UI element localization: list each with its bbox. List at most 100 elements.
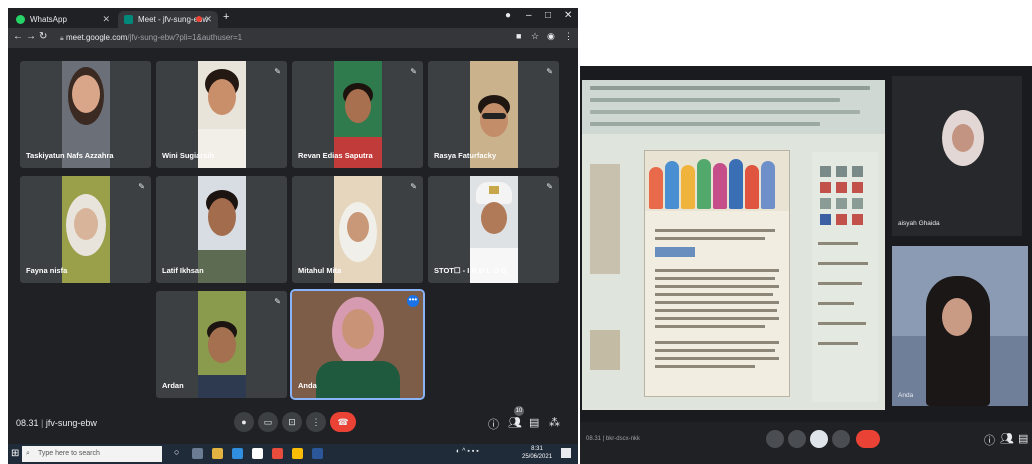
maximize-icon[interactable]: □: [545, 10, 551, 21]
tab-meet[interactable]: Meet - jfv-sung-ebw ✕: [118, 11, 218, 28]
app-icon[interactable]: [272, 448, 283, 459]
tab-whatsapp[interactable]: WhatsApp ✕: [10, 11, 116, 28]
end-call-button[interactable]: ☎︎: [330, 412, 356, 432]
close-window-icon[interactable]: ✕: [564, 10, 572, 21]
store-icon[interactable]: [252, 448, 263, 459]
self-view-tile[interactable]: Anda: [892, 246, 1028, 406]
participant-tile[interactable]: ✎ Wini Sugiarsih: [156, 61, 287, 168]
whatsapp-icon: [16, 15, 25, 24]
windows-taskbar: ⊞ ⌕ Type here to search ○ ◐ ^ ▪ ▪ ▪ 8:31…: [8, 444, 578, 464]
participant-name: STOT☐ - I R U L O G: [434, 266, 507, 275]
meeting-details: 08.31 | jfv-sung-ebw: [16, 418, 97, 428]
mic-off-icon: ✎: [274, 297, 281, 306]
minimize-icon[interactable]: –: [526, 10, 532, 21]
file-explorer-icon[interactable]: [212, 448, 223, 459]
cortana-icon[interactable]: ○: [174, 447, 185, 458]
reload-icon[interactable]: ↻: [39, 31, 47, 42]
chat-icon[interactable]: ▤: [529, 416, 539, 429]
camera-button[interactable]: [788, 430, 806, 448]
info-icon[interactable]: ⓘ: [984, 432, 995, 448]
present-button[interactable]: ⊡: [282, 412, 302, 432]
cartoon-children-illustration: [645, 151, 789, 211]
meet-photo: aisyah Ghaida Anda 08.31 | bkr-dscx-nkk …: [580, 66, 1032, 464]
participant-name: Wini Sugiarsih: [162, 151, 215, 160]
meet-screenshot: WhatsApp ✕ Meet - jfv-sung-ebw ✕ + ● – □…: [8, 8, 578, 464]
participant-tile[interactable]: ✎ Rasya Faturfacky: [428, 61, 559, 168]
mail-icon[interactable]: [232, 448, 243, 459]
participant-video: [198, 176, 246, 283]
present-button[interactable]: [810, 430, 828, 448]
document-page: [644, 150, 790, 397]
chrome-icon[interactable]: [292, 448, 303, 459]
participant-tile[interactable]: aisyah Ghaida: [892, 76, 1022, 236]
mic-button[interactable]: ●: [234, 412, 254, 432]
participant-name: Taskiyatun Nafs Azzahra: [26, 151, 114, 160]
task-view-icon[interactable]: [192, 448, 203, 459]
address-bar: ← → ↻ 🔒︎ meet.google.com/jfv-sung-ebw?pl…: [8, 28, 578, 48]
profile-icon[interactable]: ●: [505, 10, 511, 21]
participant-video: [62, 176, 110, 283]
mic-off-icon: ✎: [138, 182, 145, 191]
mic-off-icon: ✎: [546, 67, 553, 76]
meet-control-bar: 08.31 | bkr-dscx-nkk ⓘ 👥︎ ▤: [580, 422, 1032, 464]
participant-tile[interactable]: ✎ Mitahul Mita: [292, 176, 423, 283]
meet-control-bar: 08.31 | jfv-sung-ebw ● ▭ ⊡ ⋮ ☎︎ ⓘ 👥︎ 10 …: [8, 404, 578, 444]
forward-icon[interactable]: →: [26, 31, 36, 42]
participant-name: Rasya Faturfacky: [434, 151, 497, 160]
more-options-icon[interactable]: •••: [407, 295, 419, 307]
participant-name: aisyah Ghaida: [898, 220, 940, 227]
new-tab-button[interactable]: +: [223, 11, 229, 23]
participant-tile[interactable]: Latif Ikhsan: [156, 176, 287, 283]
url-field[interactable]: 🔒︎ meet.google.com/jfv-sung-ebw?pli=1&au…: [60, 31, 242, 45]
participant-name: Mitahul Mita: [298, 266, 342, 275]
slide-thumbnail: [590, 330, 620, 370]
shared-screen: [582, 80, 885, 410]
menu-icon[interactable]: ⋮: [564, 31, 573, 42]
participant-name: Fayna nisfa: [26, 266, 68, 275]
recording-dot-icon: [196, 16, 202, 22]
participant-video: [926, 276, 990, 406]
participant-name: Revan Edias Saputra: [298, 151, 373, 160]
browser-tab-bar: WhatsApp ✕ Meet - jfv-sung-ebw ✕ + ● – □…: [8, 8, 578, 28]
mic-off-icon: ✎: [410, 182, 417, 191]
close-tab-icon[interactable]: ✕: [204, 11, 212, 28]
mic-off-icon: ✎: [546, 182, 553, 191]
notifications-icon[interactable]: [561, 448, 571, 458]
participant-tile[interactable]: ✎ Ardan: [156, 291, 287, 398]
chat-icon[interactable]: ▤: [1018, 432, 1028, 445]
people-icon[interactable]: 👥︎: [1000, 432, 1014, 445]
word-ribbon: [582, 80, 885, 134]
slide-thumbnails: [590, 164, 620, 274]
mic-off-icon: ✎: [274, 67, 281, 76]
participant-tile[interactable]: ✎ Revan Edias Saputra: [292, 61, 423, 168]
participant-tile[interactable]: ✎ STOT☐ - I R U L O G: [428, 176, 559, 283]
activities-icon[interactable]: ⁂: [549, 416, 560, 429]
windows-start-icon[interactable]: ⊞: [11, 448, 19, 459]
account-icon[interactable]: ◉: [547, 31, 555, 42]
system-tray[interactable]: ◐ ^ ▪ ▪ ▪: [456, 448, 479, 455]
participant-name: Latif Ikhsan: [162, 266, 204, 275]
self-view-tile[interactable]: ••• Anda: [290, 289, 425, 400]
participant-tile[interactable]: Taskiyatun Nafs Azzahra: [20, 61, 151, 168]
camera-button[interactable]: ▭: [258, 412, 278, 432]
close-tab-icon[interactable]: ✕: [102, 11, 110, 28]
people-icon[interactable]: 👥︎: [508, 416, 522, 429]
participant-tile[interactable]: ✎ Fayna nisfa: [20, 176, 151, 283]
back-icon[interactable]: ←: [13, 31, 23, 42]
camera-icon[interactable]: ■: [516, 31, 521, 41]
search-icon: ⌕: [26, 450, 30, 457]
word-icon[interactable]: [312, 448, 323, 459]
people-count-badge: 10: [514, 406, 524, 416]
taskbar-clock[interactable]: 8:31 25/06/2021: [522, 445, 552, 461]
mic-button[interactable]: [766, 430, 784, 448]
lock-icon: 🔒︎: [60, 35, 64, 42]
more-button[interactable]: [832, 430, 850, 448]
taskbar-search-input[interactable]: ⌕ Type here to search: [22, 446, 162, 462]
participant-name: Anda: [298, 381, 317, 390]
meeting-details: 08.31 | bkr-dscx-nkk: [586, 436, 640, 442]
info-icon[interactable]: ⓘ: [488, 416, 499, 432]
star-icon[interactable]: ☆: [531, 31, 539, 42]
format-panel: [812, 152, 878, 402]
end-call-button[interactable]: [856, 430, 880, 448]
more-button[interactable]: ⋮: [306, 412, 326, 432]
